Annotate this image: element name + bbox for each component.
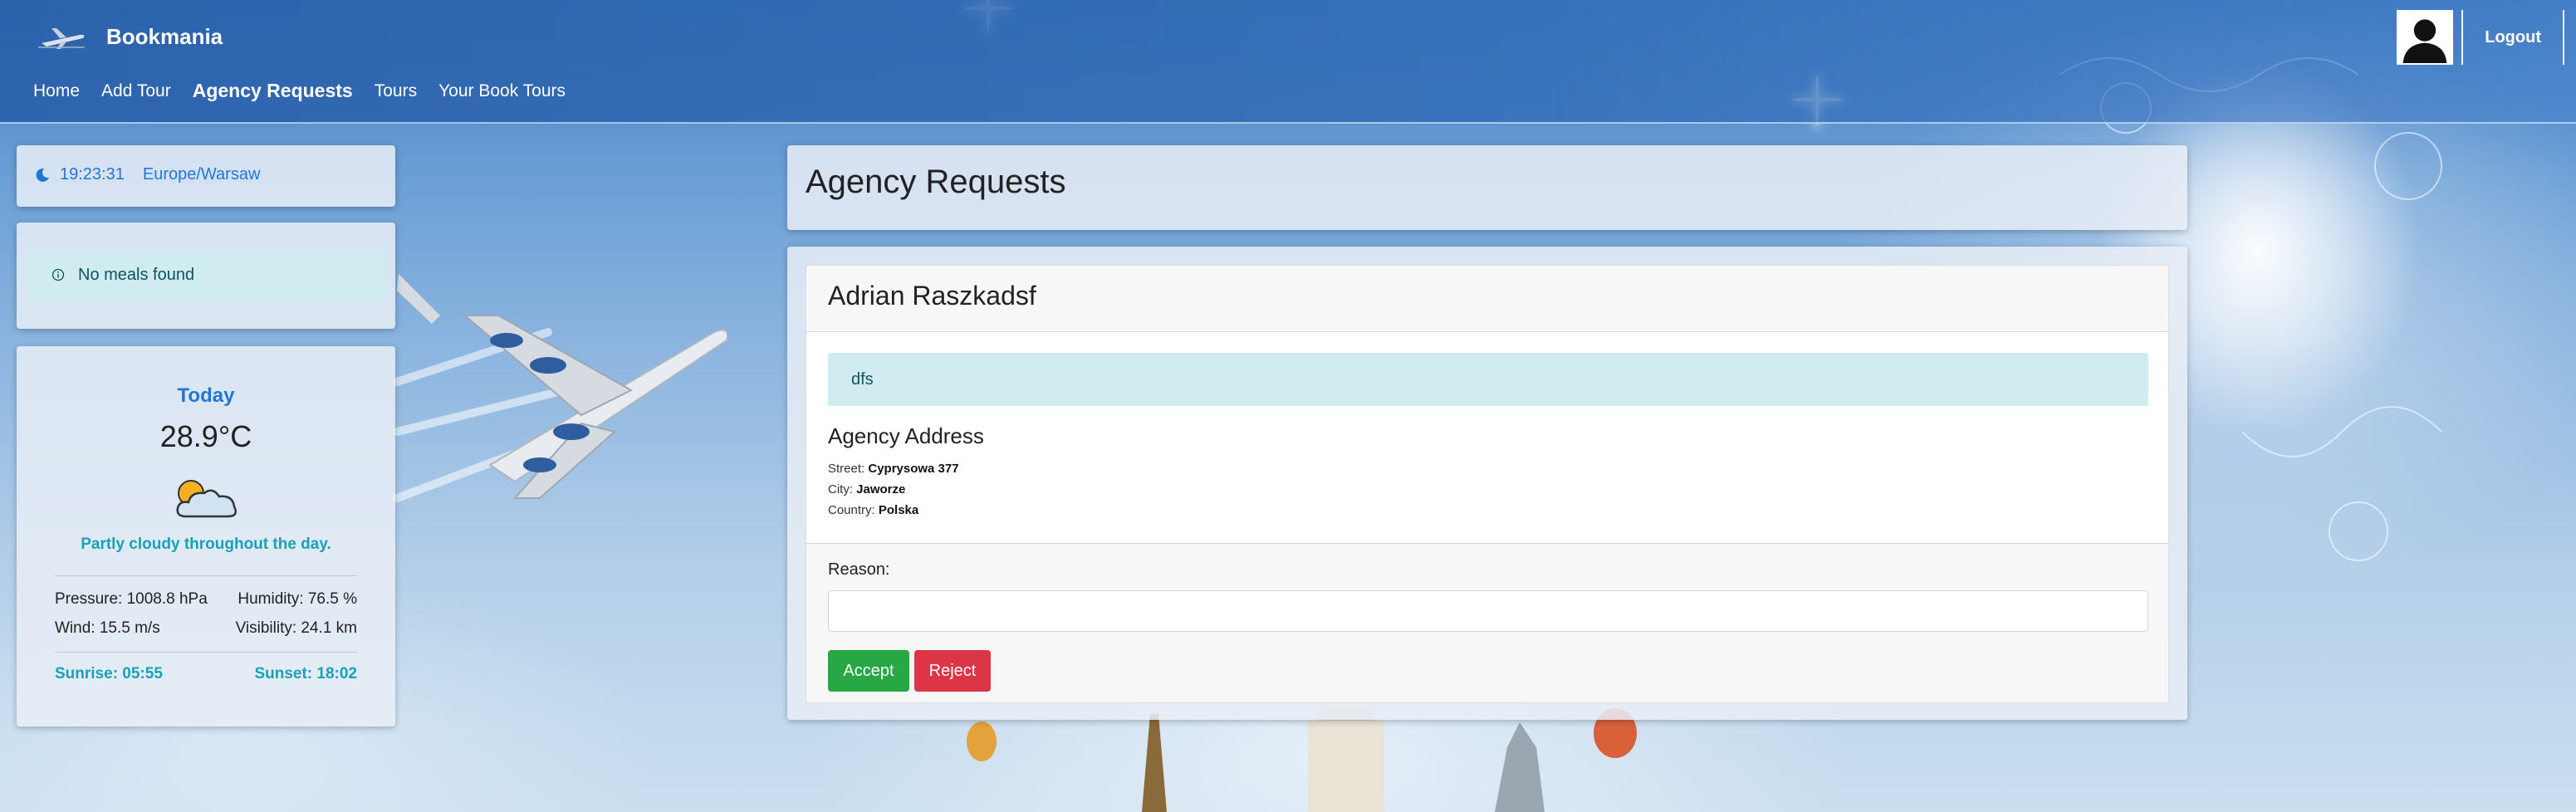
nav-link-home[interactable]: Home bbox=[33, 81, 80, 101]
weather-pressure: Pressure: 1008.8 hPa bbox=[55, 590, 208, 608]
info-circle-icon bbox=[51, 268, 65, 281]
meals-panel: No meals found bbox=[17, 223, 395, 329]
street-value: Cyprysowa 377 bbox=[868, 462, 959, 476]
top-navbar: Bookmania Home Add Tour Agency Requests … bbox=[0, 0, 2576, 124]
address-title: Agency Address bbox=[828, 423, 984, 448]
address-city: City: Jaworze bbox=[828, 482, 905, 496]
divider bbox=[55, 652, 357, 653]
accept-button[interactable]: Accept bbox=[828, 650, 909, 692]
clock: 19:23:31 Europe/Warsaw bbox=[35, 165, 260, 184]
airplane-image bbox=[397, 274, 728, 499]
weather-heading: Today bbox=[177, 384, 235, 407]
city-value: Jaworze bbox=[856, 482, 906, 496]
nav-link-agency-requests[interactable]: Agency Requests bbox=[193, 80, 353, 102]
city-label: City: bbox=[828, 482, 853, 496]
request-message: dfs bbox=[851, 369, 874, 389]
clock-panel: 19:23:31 Europe/Warsaw bbox=[17, 145, 395, 207]
clock-timezone: Europe/Warsaw bbox=[142, 165, 261, 183]
weather-row-pressure-humidity: Pressure: 1008.8 hPa Humidity: 76.5 % bbox=[55, 590, 357, 609]
weather-row-sun: Sunrise: 05:55 Sunset: 18:02 bbox=[55, 665, 357, 683]
reason-label: Reason: bbox=[828, 560, 890, 579]
avatar[interactable] bbox=[2397, 10, 2454, 65]
nav-links: Home Add Tour Agency Requests Tours Your… bbox=[33, 80, 587, 102]
street-label: Street: bbox=[828, 462, 865, 476]
card-footer: Reason: Accept Reject bbox=[806, 543, 2168, 702]
weather-panel: Today 28.9°C Partly cloudy throughout th… bbox=[17, 346, 395, 726]
weather-humidity: Humidity: 76.5 % bbox=[238, 590, 357, 608]
divider bbox=[2563, 10, 2564, 65]
airplane-logo-icon bbox=[38, 28, 85, 49]
weather-temperature: 28.9°C bbox=[159, 419, 252, 453]
user-silhouette-icon bbox=[2398, 12, 2452, 63]
meals-alert: No meals found bbox=[27, 249, 385, 301]
country-value: Polska bbox=[878, 503, 919, 517]
country-label: Country: bbox=[828, 503, 875, 517]
card-header: Adrian Raszkadsf bbox=[806, 266, 2168, 332]
requester-name: Adrian Raszkadsf bbox=[828, 281, 1036, 311]
address-street: Street: Cyprysowa 377 bbox=[828, 462, 959, 476]
nav-link-your-book-tours[interactable]: Your Book Tours bbox=[438, 81, 566, 101]
divider bbox=[2461, 10, 2464, 65]
title-panel: Agency Requests bbox=[787, 145, 2187, 230]
page-title: Agency Requests bbox=[806, 164, 1066, 200]
weather-description: Partly cloudy throughout the day. bbox=[81, 536, 331, 553]
landmarks-image bbox=[967, 706, 1637, 812]
nav-link-tours[interactable]: Tours bbox=[375, 81, 417, 101]
weather-row-wind-visibility: Wind: 15.5 m/s Visibility: 24.1 km bbox=[55, 619, 357, 638]
weather-sunset: Sunset: 18:02 bbox=[254, 665, 357, 682]
meals-message: No meals found bbox=[78, 265, 195, 284]
user-area: Logout bbox=[2397, 10, 2564, 65]
reject-button[interactable]: Reject bbox=[914, 650, 991, 692]
weather-wind: Wind: 15.5 m/s bbox=[55, 619, 160, 637]
nav-link-add-tour[interactable]: Add Tour bbox=[101, 81, 171, 101]
request-card: Adrian Raszkadsf dfs Agency Address Stre… bbox=[806, 265, 2169, 703]
request-panel: Adrian Raszkadsf dfs Agency Address Stre… bbox=[787, 247, 2187, 720]
request-message-alert: dfs bbox=[828, 353, 2148, 406]
logout-link[interactable]: Logout bbox=[2471, 28, 2554, 47]
weather-sunrise: Sunrise: 05:55 bbox=[55, 665, 163, 682]
clock-time: 19:23:31 bbox=[60, 165, 125, 183]
brand-name: Bookmania bbox=[106, 23, 223, 49]
divider bbox=[55, 575, 357, 576]
address-country: Country: Polska bbox=[828, 503, 918, 517]
moon-icon bbox=[36, 168, 49, 182]
partly-cloudy-icon bbox=[176, 480, 237, 518]
brand[interactable]: Bookmania bbox=[38, 22, 223, 51]
weather-visibility: Visibility: 24.1 km bbox=[235, 619, 357, 637]
reason-input[interactable] bbox=[828, 590, 2148, 632]
